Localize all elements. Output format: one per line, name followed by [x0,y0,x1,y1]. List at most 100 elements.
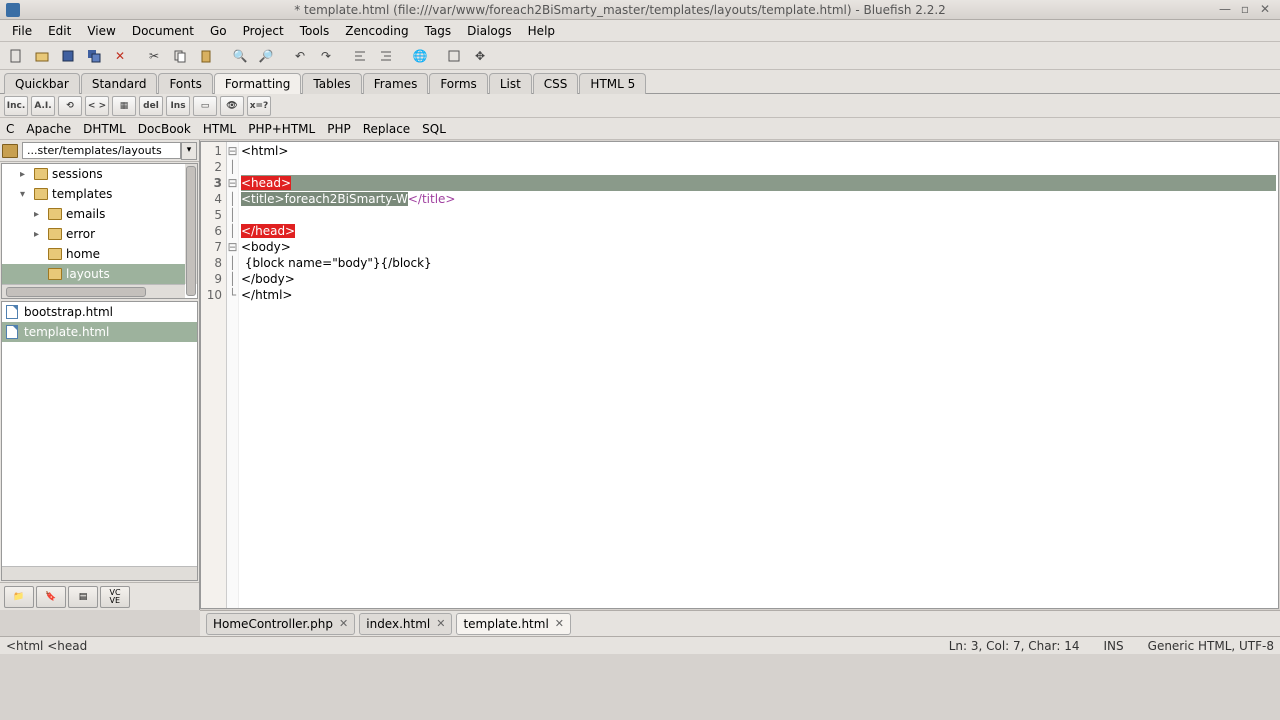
maximize-button[interactable]: ▫ [1236,3,1254,17]
menu-go[interactable]: Go [202,22,235,40]
menu-document[interactable]: Document [124,22,202,40]
code-line-2[interactable] [241,159,1276,175]
menu-file[interactable]: File [4,22,40,40]
lang-php-html[interactable]: PHP+HTML [248,122,315,136]
lang-apache[interactable]: Apache [26,122,71,136]
lang-replace[interactable]: Replace [363,122,410,136]
find-replace-button[interactable]: 🔎 [254,44,278,68]
lang-sql[interactable]: SQL [422,122,446,136]
code-line-6[interactable]: </head> [241,223,1276,239]
format-button-5[interactable]: del [139,96,163,116]
tree-item-templates[interactable]: ▾templates [2,184,197,204]
menu-dialogs[interactable]: Dialogs [459,22,519,40]
editor-tab-index.html[interactable]: index.html✕ [359,613,452,635]
save-as-button[interactable] [82,44,106,68]
fold-column[interactable]: ⊟│⊟│││⊟││└ [227,142,239,608]
close-file-button[interactable]: ✕ [108,44,132,68]
code-line-7[interactable]: <body> [241,239,1276,255]
expander-icon[interactable]: ▸ [34,209,44,220]
code-line-4[interactable]: <title>foreach2BiSmarty-W</title> [241,191,1276,207]
indent-button[interactable] [374,44,398,68]
code-line-5[interactable] [241,207,1276,223]
tree-item-error[interactable]: ▸error [2,224,197,244]
menu-edit[interactable]: Edit [40,22,79,40]
tree-item-layouts[interactable]: layouts [2,264,197,284]
tree-item-home[interactable]: home [2,244,197,264]
code-editor[interactable]: 12345678910 ⊟│⊟│││⊟││└ <html><head><titl… [200,141,1279,609]
code-line-10[interactable]: </html> [241,287,1276,303]
lang-c[interactable]: C [6,122,14,136]
tree-vscrollbar[interactable] [185,164,197,284]
status-encoding[interactable]: Generic HTML, UTF-8 [1148,639,1274,653]
menu-help[interactable]: Help [520,22,563,40]
filelist-hscrollbar[interactable] [2,566,197,580]
sidebar-tab-snippets[interactable]: ▤ [68,586,98,608]
format-button-3[interactable]: < > [85,96,109,116]
close-button[interactable]: ✕ [1256,3,1274,17]
code-line-1[interactable]: <html> [241,143,1276,159]
code-area[interactable]: <html> <head><title>foreach2BiSmarty-W</t… [239,142,1278,608]
sidebar-tab-files[interactable]: 📁 [4,586,34,608]
browser-preview-button[interactable]: 🌐 [408,44,432,68]
format-button-8[interactable]: 👁 [220,96,244,116]
toolbar-tab-css[interactable]: CSS [533,73,579,94]
toolbar-tab-forms[interactable]: Forms [429,73,487,94]
redo-button[interactable]: ↷ [314,44,338,68]
code-line-8[interactable]: {block name="body"}{/block} [241,255,1276,271]
open-button[interactable] [30,44,54,68]
unindent-button[interactable] [348,44,372,68]
sidebar-tab-bookmarks[interactable]: 🔖 [36,586,66,608]
file-list[interactable]: bootstrap.htmltemplate.html [1,301,198,581]
code-line-3[interactable]: <head> [241,175,1276,191]
copy-button[interactable] [168,44,192,68]
format-button-9[interactable]: x=? [247,96,271,116]
file-item-template.html[interactable]: template.html [2,322,197,342]
tree-hscrollbar[interactable] [2,284,185,298]
format-button-6[interactable]: Ins [166,96,190,116]
format-button-7[interactable]: ▭ [193,96,217,116]
toolbar-tab-standard[interactable]: Standard [81,73,158,94]
format-button-0[interactable]: Inc. [4,96,28,116]
expander-icon[interactable]: ▾ [20,189,30,200]
paste-button[interactable] [194,44,218,68]
format-button-4[interactable]: ▦ [112,96,136,116]
tree-item-emails[interactable]: ▸emails [2,204,197,224]
path-selector[interactable]: ...ster/templates/layouts ▾ [0,140,199,162]
file-item-bootstrap.html[interactable]: bootstrap.html [2,302,197,322]
editor-tab-HomeController.php[interactable]: HomeController.php✕ [206,613,355,635]
lang-html[interactable]: HTML [203,122,236,136]
lang-dhtml[interactable]: DHTML [83,122,126,136]
close-icon[interactable]: ✕ [339,617,348,630]
fullscreen-button[interactable] [442,44,466,68]
undo-button[interactable]: ↶ [288,44,312,68]
toolbar-tab-quickbar[interactable]: Quickbar [4,73,80,94]
toolbar-tab-list[interactable]: List [489,73,532,94]
menu-tags[interactable]: Tags [417,22,460,40]
sidebar-tab-chars[interactable]: VCVE [100,586,130,608]
lang-docbook[interactable]: DocBook [138,122,191,136]
minimize-button[interactable]: — [1216,3,1234,17]
close-icon[interactable]: ✕ [555,617,564,630]
menu-project[interactable]: Project [235,22,292,40]
lang-php[interactable]: PHP [327,122,351,136]
path-dropdown-icon[interactable]: ▾ [181,142,197,160]
tree-item-sessions[interactable]: ▸sessions [2,164,197,184]
toolbar-tab-tables[interactable]: Tables [302,73,361,94]
toolbar-tab-frames[interactable]: Frames [363,73,429,94]
close-icon[interactable]: ✕ [436,617,445,630]
code-line-9[interactable]: </body> [241,271,1276,287]
sidebar-toggle-button[interactable]: ✥ [468,44,492,68]
cut-button[interactable]: ✂ [142,44,166,68]
format-button-2[interactable]: ⟲ [58,96,82,116]
menu-zencoding[interactable]: Zencoding [337,22,416,40]
save-button[interactable] [56,44,80,68]
toolbar-tab-formatting[interactable]: Formatting [214,73,302,94]
format-button-1[interactable]: A.I. [31,96,55,116]
expander-icon[interactable]: ▸ [34,229,44,240]
editor-tab-template.html[interactable]: template.html✕ [456,613,571,635]
menu-view[interactable]: View [79,22,123,40]
find-button[interactable]: 🔍 [228,44,252,68]
status-insert-mode[interactable]: INS [1104,639,1124,653]
toolbar-tab-html-5[interactable]: HTML 5 [579,73,646,94]
expander-icon[interactable]: ▸ [20,169,30,180]
